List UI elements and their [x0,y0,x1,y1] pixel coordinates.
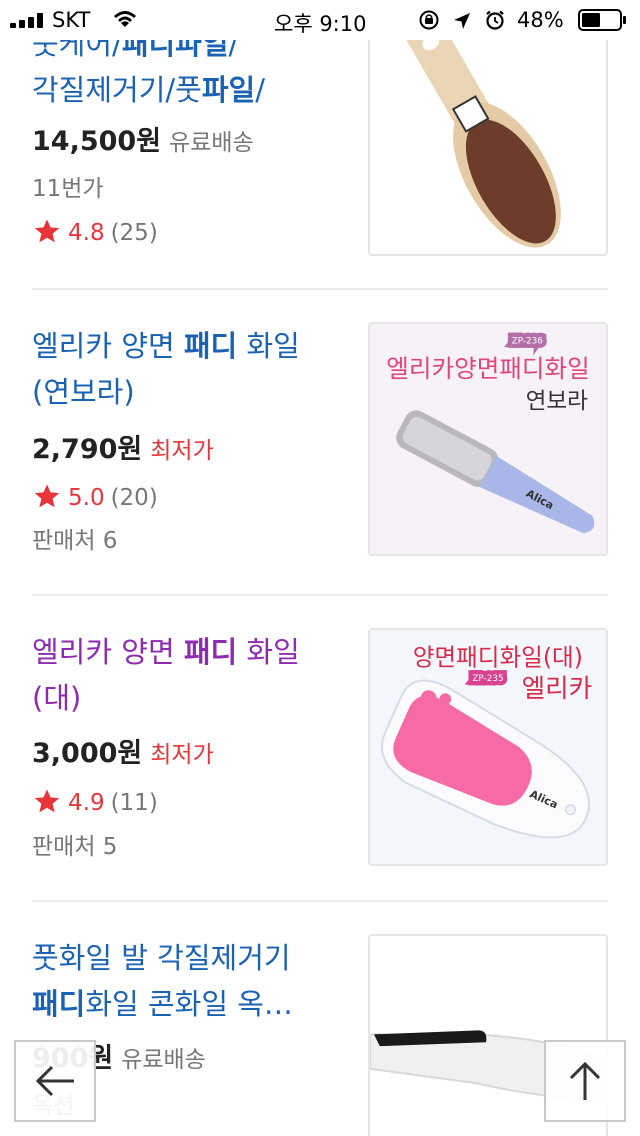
rating-value: 4.9 [68,790,105,816]
rating-value: 4.8 [68,220,105,246]
list-item[interactable]: 풋케어/패디파일/각질제거기/풋파일/뷰티… 14,500원유료배송 11번가 … [0,0,640,288]
foot-file-pink-image[interactable]: 양면패디화일(대) ZP-235 엘리카 Alica [368,628,608,866]
rating-value: 5.0 [68,485,105,511]
battery-percent: 48% [517,8,564,32]
location-icon [454,13,470,29]
lowest-price-label: 최저가 [150,438,214,464]
product-list: 풋케어/패디파일/각질제거기/풋파일/뷰티… 14,500원유료배송 11번가 … [0,0,640,1136]
price: 3,000원 [32,738,143,769]
star-icon [34,219,60,243]
price: 14,500원 [32,126,162,157]
thumb-caption-sub: 연보라 [526,389,589,415]
thumb-code: ZP-236 [512,337,544,347]
status-icons [419,10,504,30]
star-icon [34,789,60,813]
shipping-label: 유료배송 [121,1047,206,1073]
arrow-up-icon [569,1061,601,1100]
lowest-price-label: 최저가 [150,742,214,768]
price: 2,790원 [32,434,143,465]
shipping-label: 유료배송 [169,130,254,156]
clock-label: 오후 9:10 [274,12,367,36]
rating: 5.0 (20) [32,482,158,514]
foot-file-brown-image[interactable] [368,20,608,256]
scroll-to-top-button[interactable] [544,1040,626,1122]
review-count: (25) [110,220,158,246]
back-button[interactable] [14,1040,96,1122]
alarm-icon [486,10,504,30]
thumb-caption: 양면패디화일(대) [413,643,583,671]
list-item[interactable]: 엘리카 양면 패디 화일 (대) 3,000원 최저가 4.9 (11) 판매처 5… [0,596,640,900]
rotation-lock-icon [419,10,439,30]
foot-file-lavender-image[interactable]: ZP-236 엘리카양면패디화일 연보라 Alica [368,322,608,556]
thumb-code: ZP-235 [472,674,503,684]
arrow-left-icon [35,1065,74,1097]
list-item[interactable]: 엘리카 양면 패디 화일 (연보라) 2,790원 최저가 5.0 (20) 판매처… [0,290,640,594]
review-count: (20) [110,485,158,511]
rating: 4.9 (11) [32,787,158,819]
wifi-icon [114,11,136,27]
product-title[interactable]: 풋화일 발 각질제거기 패디화일 콘화일 옥… [32,935,342,1027]
thumb-caption-sub: 엘리카 [522,674,593,704]
review-count: (11) [110,790,158,816]
seller-count: 판매처 5 [32,834,118,860]
seller-label: 11번가 [32,176,104,202]
price-row: 3,000원 최저가 [32,736,214,773]
carrier-label: SKT [52,8,91,32]
thumb-caption: 엘리카양면패디화일 [386,354,589,383]
product-title[interactable]: 엘리카 양면 패디 화일 (대) [32,629,342,721]
seller-count: 판매처 6 [32,528,118,554]
signal-icon [10,13,43,28]
price-row: 14,500원 유료배송 [32,124,254,161]
status-bar: SKT 오후 9:10 48% [0,0,640,40]
price-row: 2,790원 최저가 [32,432,214,469]
product-title[interactable]: 엘리카 양면 패디 화일 (연보라) [32,323,342,415]
rating: 4.8 (25) [32,217,158,249]
star-icon [34,484,60,508]
battery-icon [578,9,626,31]
